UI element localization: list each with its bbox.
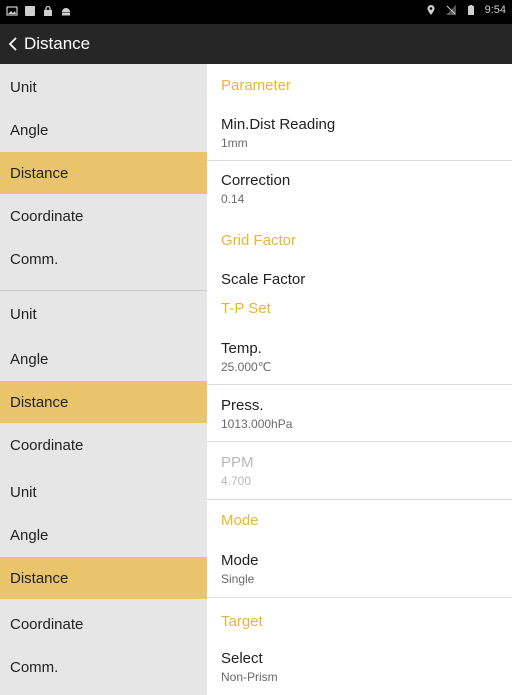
status-right-icons: 9:54 [425, 4, 506, 16]
nav-item-unit[interactable]: Unit [0, 293, 207, 335]
nav-item-comm[interactable]: Comm. [0, 238, 207, 280]
square-icon [25, 6, 35, 16]
setting-mode[interactable]: Mode Single [207, 552, 512, 586]
nav-item-angle[interactable]: Angle [0, 109, 207, 151]
setting-value: 1013.000hPa [221, 417, 293, 431]
setting-value: 0.14 [221, 192, 245, 206]
setting-min-dist-reading[interactable]: Min.Dist Reading 1mm [207, 116, 512, 150]
setting-press[interactable]: Press. 1013.000hPa [207, 397, 512, 431]
setting-name: Select [221, 650, 263, 667]
back-button[interactable]: Distance [8, 24, 90, 64]
nav-item-unit[interactable]: Unit [0, 471, 207, 513]
page-title: Distance [24, 34, 91, 53]
section-title-tp-set: T-P Set [221, 300, 271, 317]
status-time: 9:54 [484, 4, 506, 16]
setting-value: 25.000℃ [221, 360, 272, 374]
nav-item-comm[interactable]: Comm. [0, 646, 207, 688]
section-title-target: Target [221, 613, 263, 630]
section-title-mode: Mode [221, 512, 259, 529]
setting-name: Min.Dist Reading [221, 116, 336, 133]
section-title-grid-factor: Grid Factor [221, 232, 297, 249]
status-left-icons [6, 5, 72, 17]
location-icon [427, 5, 435, 16]
nav-item-angle[interactable]: Angle [0, 338, 207, 380]
no-sim-icon [445, 5, 456, 15]
setting-value: Non-Prism [221, 670, 278, 684]
row-divider [207, 441, 512, 442]
setting-name: Correction [221, 172, 291, 189]
chevron-left-icon [8, 37, 17, 51]
row-divider [207, 160, 512, 161]
row-divider [207, 384, 512, 385]
setting-value: 4.700 [221, 474, 252, 488]
nav-item-unit[interactable]: Unit [0, 66, 207, 108]
setting-correction[interactable]: Correction 0.14 [207, 172, 512, 206]
settings-category-list: Unit Angle Distance Coordinate Comm. Uni… [0, 64, 207, 695]
section-title-parameter: Parameter [221, 77, 292, 94]
nav-item-coordinate[interactable]: Coordinate [0, 424, 207, 466]
setting-scale-factor[interactable]: Scale Factor [207, 271, 512, 288]
android-icon [62, 8, 70, 16]
battery-icon [467, 5, 474, 15]
nav-item-angle[interactable]: Angle [0, 514, 207, 556]
setting-target-select[interactable]: Select Non-Prism [207, 650, 512, 684]
nav-item-distance[interactable]: Distance [0, 557, 207, 599]
setting-name: Temp. [221, 340, 262, 357]
setting-name: Press. [221, 397, 264, 414]
setting-ppm: PPM 4.700 [207, 454, 512, 488]
row-divider [207, 597, 512, 598]
setting-name: Mode [221, 552, 259, 569]
setting-value: Single [221, 572, 255, 586]
image-icon [6, 6, 18, 16]
nav-item-coordinate[interactable]: Coordinate [0, 195, 207, 237]
lock-icon [44, 5, 52, 16]
setting-name: Scale Factor [221, 271, 306, 288]
settings-detail-panel: Parameter Min.Dist Reading 1mm Correctio… [207, 64, 512, 695]
setting-temp[interactable]: Temp. 25.000℃ [207, 340, 512, 374]
app-bar: Distance [0, 24, 512, 64]
setting-value: 1mm [221, 136, 248, 150]
row-divider [207, 499, 512, 500]
setting-name: PPM [221, 454, 254, 471]
nav-item-distance[interactable]: Distance [0, 381, 207, 423]
status-bar: 9:54 [0, 0, 512, 24]
nav-item-coordinate[interactable]: Coordinate [0, 603, 207, 645]
nav-item-distance[interactable]: Distance [0, 152, 207, 194]
